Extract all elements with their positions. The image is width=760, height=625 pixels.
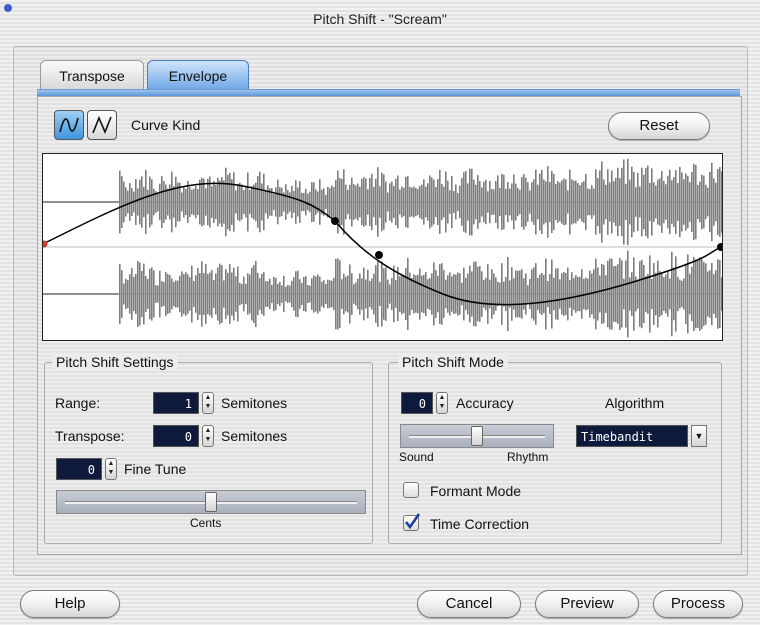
accuracy-stepper[interactable]: ▲ ▼ <box>436 392 448 414</box>
accuracy-field[interactable]: 0 <box>401 392 433 414</box>
range-field[interactable]: 1 <box>153 392 199 414</box>
algorithm-dropdown-button[interactable]: ▼ <box>691 425 707 447</box>
up-arrow-icon: ▲ <box>204 427 212 434</box>
cents-label: Cents <box>190 516 222 530</box>
chevron-down-icon: ▼ <box>694 431 704 441</box>
preview-button[interactable]: Preview <box>535 590 639 618</box>
tab-transpose[interactable]: Transpose <box>40 60 144 90</box>
range-label: Range: <box>55 395 101 411</box>
window-title: Pitch Shift - "Scream" <box>313 11 447 27</box>
sharp-curve-icon <box>92 115 112 135</box>
pitch-shift-settings-title: Pitch Shift Settings <box>52 354 178 370</box>
range-unit: Semitones <box>221 395 288 411</box>
tab-envelope[interactable]: Envelope <box>147 60 249 90</box>
time-correction-label: Time Correction <box>430 516 530 532</box>
algorithm-label: Algorithm <box>605 395 665 411</box>
down-arrow-icon: ▼ <box>107 469 115 476</box>
formant-mode-checkbox[interactable] <box>403 482 419 498</box>
curve-kind-label: Curve Kind <box>131 117 201 133</box>
cents-slider-thumb[interactable] <box>205 492 217 512</box>
time-correction-checkbox[interactable] <box>403 513 421 531</box>
sound-label: Sound <box>399 450 434 464</box>
fine-tune-stepper[interactable]: ▲ ▼ <box>105 458 117 480</box>
smooth-curve-icon <box>59 117 79 133</box>
formant-mode-label: Formant Mode <box>430 483 522 499</box>
smooth-curve-button[interactable] <box>54 110 84 140</box>
process-button[interactable]: Process <box>653 590 743 618</box>
pitch-shift-mode-title: Pitch Shift Mode <box>398 354 508 370</box>
waveform-display[interactable] <box>40 153 725 341</box>
transpose-unit: Semitones <box>221 428 288 444</box>
rhythm-label: Rhythm <box>507 450 549 464</box>
cents-slider[interactable] <box>56 490 366 514</box>
down-arrow-icon: ▼ <box>438 403 446 410</box>
up-arrow-icon: ▲ <box>204 394 212 401</box>
envelope-node-1[interactable] <box>331 217 339 225</box>
fine-tune-field[interactable]: 0 <box>56 458 102 480</box>
transpose-stepper[interactable]: ▲ ▼ <box>202 425 214 447</box>
up-arrow-icon: ▲ <box>438 394 446 401</box>
cancel-button[interactable]: Cancel <box>417 590 521 618</box>
help-button[interactable]: Help <box>20 590 120 618</box>
accuracy-label: Accuracy <box>456 395 514 411</box>
accuracy-slider-thumb[interactable] <box>471 426 483 446</box>
up-arrow-icon: ▲ <box>107 460 115 467</box>
accuracy-slider[interactable] <box>400 424 554 448</box>
audio-waveform <box>43 158 723 338</box>
transpose-field[interactable]: 0 <box>153 425 199 447</box>
sharp-curve-button[interactable] <box>87 110 117 140</box>
waveform-svg <box>40 158 725 338</box>
range-stepper[interactable]: ▲ ▼ <box>202 392 214 414</box>
checkmark-icon <box>404 513 421 530</box>
transpose-label: Transpose: <box>55 428 125 444</box>
down-arrow-icon: ▼ <box>204 436 212 443</box>
fine-tune-label: Fine Tune <box>124 461 187 477</box>
down-arrow-icon: ▼ <box>204 403 212 410</box>
envelope-node-2[interactable] <box>375 251 383 259</box>
reset-button[interactable]: Reset <box>608 112 710 140</box>
envelope-end-handle[interactable] <box>717 243 725 251</box>
algorithm-select[interactable]: Timebandit <box>576 425 688 447</box>
